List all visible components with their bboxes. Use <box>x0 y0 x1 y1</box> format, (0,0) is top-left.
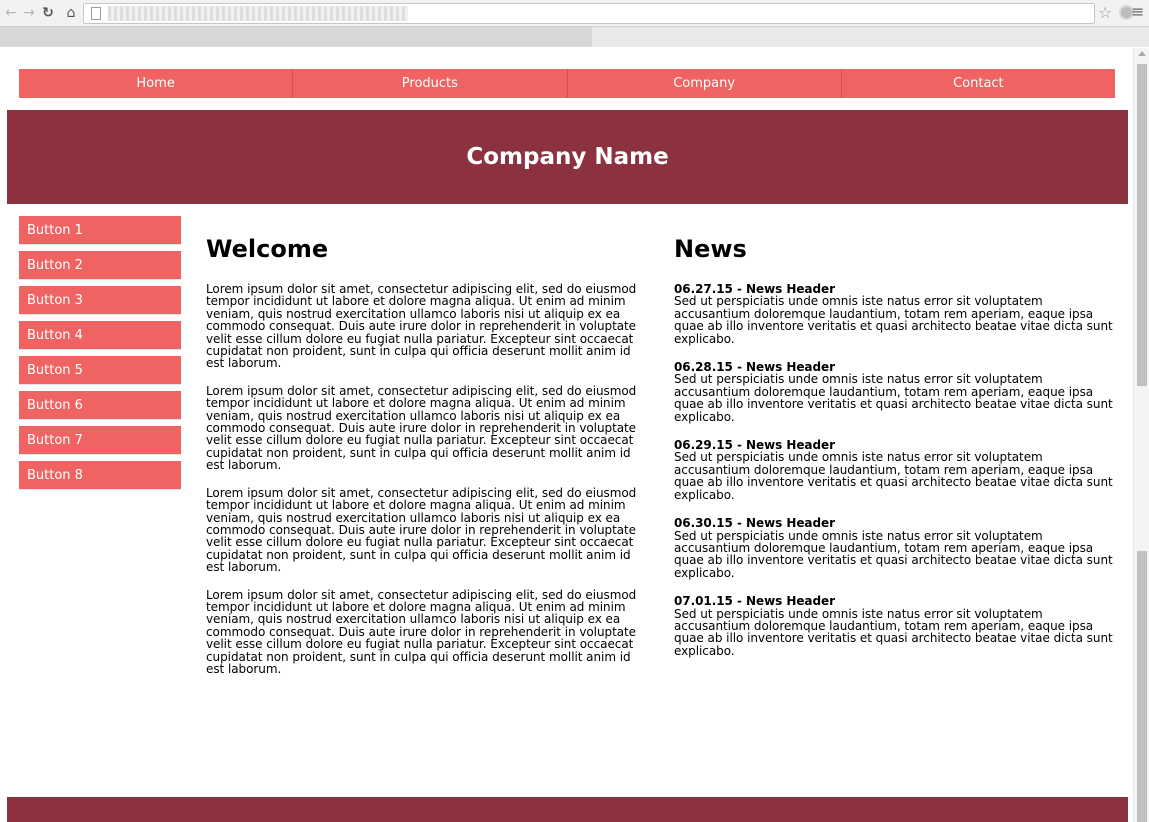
nav-contact-link[interactable]: Contact <box>842 69 1115 98</box>
back-arrow-icon[interactable]: ← <box>3 4 19 22</box>
hamburger-menu-icon[interactable]: ≡ <box>1131 2 1144 21</box>
nav-company-link[interactable]: Company <box>568 69 842 98</box>
welcome-section: Welcome Lorem ipsum dolor sit amet, cons… <box>206 234 646 690</box>
news-date: 06.30.15 <box>674 516 733 531</box>
home-icon[interactable]: ⌂ <box>63 4 79 22</box>
sidebar-button-2[interactable]: Button 2 <box>19 251 181 280</box>
footer-bar <box>7 797 1128 822</box>
url-text[interactable] <box>108 6 408 21</box>
web-page: Home Products Company Contact Company Na… <box>0 48 1133 822</box>
scrollbar-track-lower[interactable] <box>1137 551 1147 822</box>
news-item-heading: 07.01.15 - News Header <box>674 594 835 609</box>
vertical-scrollbar[interactable] <box>1133 48 1149 822</box>
scrollbar-thumb[interactable] <box>1137 64 1147 386</box>
forward-arrow-icon[interactable]: → <box>21 4 37 22</box>
sidebar-button-7[interactable]: Button 7 <box>19 426 181 455</box>
welcome-paragraph: Lorem ipsum dolor sit amet, consectetur … <box>206 587 637 676</box>
company-name: Company Name <box>466 144 669 170</box>
news-header: News Header <box>746 516 835 531</box>
welcome-paragraph: Lorem ipsum dolor sit amet, consectetur … <box>206 485 637 575</box>
sidebar-button-1[interactable]: Button 1 <box>19 216 181 245</box>
reload-icon[interactable]: ↻ <box>40 4 56 22</box>
sidebar-button-5[interactable]: Button 5 <box>19 356 181 385</box>
news-body: Sed ut perspiciatis unde omnis iste natu… <box>674 528 1113 580</box>
news-body: Sed ut perspiciatis unde omnis iste natu… <box>674 450 1113 502</box>
star-icon[interactable]: ☆ <box>1098 3 1112 22</box>
header-banner: Company Name <box>7 110 1128 204</box>
news-title: News <box>674 235 747 263</box>
news-item: 07.01.15 - News Header Sed ut perspiciat… <box>674 595 1114 657</box>
sidebar-button-4[interactable]: Button 4 <box>19 321 181 350</box>
bookmarks-bar-region <box>0 27 592 47</box>
scroll-up-arrow-icon[interactable] <box>1138 51 1146 56</box>
news-item: 06.28.15 - News Header Sed ut perspiciat… <box>674 361 1114 423</box>
sidebar-button-3[interactable]: Button 3 <box>19 286 181 315</box>
news-section: News 06.27.15 - News Header Sed ut persp… <box>674 234 1114 673</box>
news-body: Sed ut perspiciatis unde omnis iste natu… <box>674 606 1113 658</box>
sidebar-button-8[interactable]: Button 8 <box>19 461 181 490</box>
address-bar[interactable] <box>83 3 1095 24</box>
nav-home-link[interactable]: Home <box>19 69 294 98</box>
news-body: Sed ut perspiciatis unde omnis iste natu… <box>674 372 1113 424</box>
news-item: 06.30.15 - News Header Sed ut perspiciat… <box>674 517 1114 579</box>
welcome-title: Welcome <box>206 235 329 263</box>
sidebar-button-6[interactable]: Button 6 <box>19 391 181 420</box>
nav-products-link[interactable]: Products <box>293 69 568 98</box>
top-nav: Home Products Company Contact <box>19 69 1115 98</box>
sidebar: Button 1 Button 2 Button 3 Button 4 Butt… <box>19 216 182 496</box>
news-body: Sed ut perspiciatis unde omnis iste natu… <box>674 294 1113 346</box>
browser-toolbar: ← → ↻ ⌂ ☆ ≡ <box>0 0 1149 27</box>
news-item: 06.29.15 - News Header Sed ut perspiciat… <box>674 439 1114 501</box>
news-item: 06.27.15 - News Header Sed ut perspiciat… <box>674 283 1114 345</box>
page-icon <box>91 7 101 20</box>
welcome-paragraph: Lorem ipsum dolor sit amet, consectetur … <box>206 282 637 371</box>
bookmarks-bar <box>0 27 1149 47</box>
news-item-heading: 06.30.15 - News Header <box>674 516 835 531</box>
welcome-paragraph: Lorem ipsum dolor sit amet, consectetur … <box>206 383 637 473</box>
